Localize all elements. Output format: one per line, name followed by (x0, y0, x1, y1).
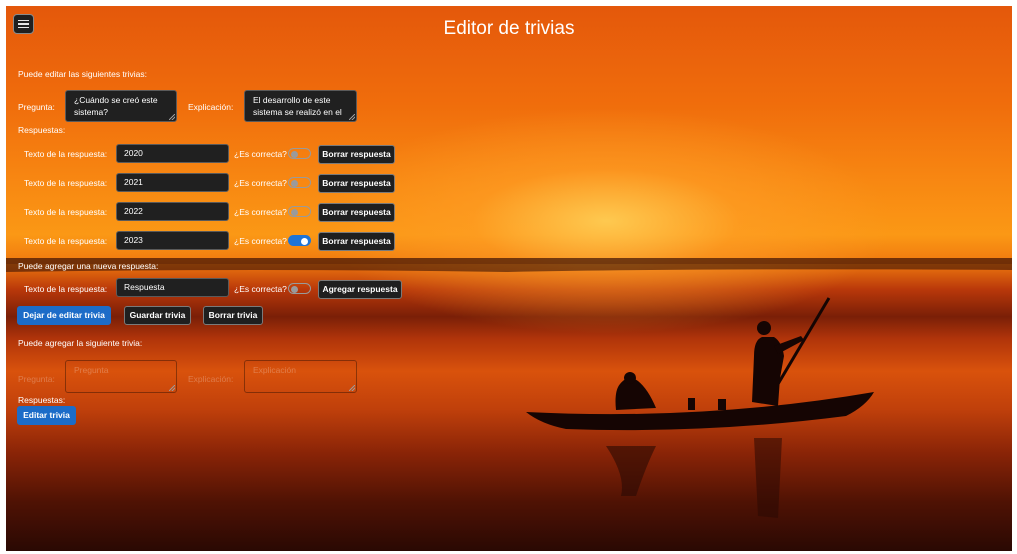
answer-input[interactable]: 2022 (116, 202, 229, 221)
explanation-textarea-value: El desarrollo de este sistema se realizó… (253, 95, 342, 117)
question-label: Pregunta: (18, 102, 55, 112)
answer-input[interactable]: 2023 (116, 231, 229, 250)
stop-editing-button[interactable]: Dejar de editar trivia (17, 306, 111, 325)
new-question-textarea[interactable]: Pregunta (65, 360, 177, 393)
answer-input[interactable]: 2021 (116, 173, 229, 192)
answer-text-label: Texto de la respuesta: (24, 284, 108, 294)
delete-trivia-button[interactable]: Borrar trivia (203, 306, 263, 325)
app-window: Editor de trivias Puede editar las sigui… (6, 6, 1012, 551)
answer-text-label: Texto de la respuesta: (24, 236, 108, 246)
delete-answer-button[interactable]: Borrar respuesta (318, 203, 395, 222)
resize-grip-icon[interactable] (349, 114, 355, 120)
question-textarea[interactable]: ¿Cuándo se creó este sistema? (65, 90, 177, 122)
explanation-textarea[interactable]: El desarrollo de este sistema se realizó… (244, 90, 357, 122)
correct-label: ¿Es correcta? (234, 149, 287, 159)
explanation-label: Explicación: (188, 102, 234, 112)
question-textarea-value: ¿Cuándo se creó este sistema? (74, 95, 158, 117)
delete-answer-button[interactable]: Borrar respuesta (318, 145, 395, 164)
save-trivia-button[interactable]: Guardar trivia (124, 306, 191, 325)
correct-toggle[interactable] (288, 148, 311, 159)
edit-trivia-button[interactable]: Editar trivia (17, 406, 76, 425)
new-question-label: Pregunta: (18, 374, 55, 384)
edit-intro: Puede editar las siguientes trivias: (18, 69, 147, 79)
new-answer-intro: Puede agregar una nueva respuesta: (18, 261, 159, 271)
new-answer-input[interactable]: Respuesta (116, 278, 229, 297)
correct-label: ¿Es correcta? (234, 284, 287, 294)
resize-grip-icon[interactable] (349, 385, 355, 391)
toggle-knob (291, 179, 298, 187)
toggle-knob (291, 285, 298, 293)
correct-label: ¿Es correcta? (234, 178, 287, 188)
correct-label: ¿Es correcta? (234, 236, 287, 246)
resize-grip-icon[interactable] (169, 385, 175, 391)
toggle-knob (291, 150, 298, 158)
correct-toggle[interactable] (288, 283, 311, 294)
correct-toggle[interactable] (288, 177, 311, 188)
delete-answer-button[interactable]: Borrar respuesta (318, 232, 395, 251)
new-explanation-label: Explicación: (188, 374, 234, 384)
add-intro: Puede agregar la siguiente trivia: (18, 338, 143, 348)
toggle-knob (301, 237, 308, 245)
new-answers-label: Respuestas: (18, 395, 66, 405)
answer-text-label: Texto de la respuesta: (24, 207, 108, 217)
add-answer-button[interactable]: Agregar respuesta (318, 280, 402, 299)
toggle-knob (291, 208, 298, 216)
delete-answer-button[interactable]: Borrar respuesta (318, 174, 395, 193)
answers-label: Respuestas: (18, 125, 66, 135)
new-explanation-placeholder: Explicación (253, 365, 296, 375)
answer-text-label: Texto de la respuesta: (24, 178, 108, 188)
correct-toggle[interactable] (288, 235, 311, 246)
correct-label: ¿Es correcta? (234, 207, 287, 217)
answer-input[interactable]: 2020 (116, 144, 229, 163)
resize-grip-icon[interactable] (169, 114, 175, 120)
new-question-placeholder: Pregunta (74, 365, 109, 375)
correct-toggle[interactable] (288, 206, 311, 217)
page-title: Editor de trivias (443, 18, 575, 39)
answer-text-label: Texto de la respuesta: (24, 149, 108, 159)
new-explanation-textarea[interactable]: Explicación (244, 360, 357, 393)
